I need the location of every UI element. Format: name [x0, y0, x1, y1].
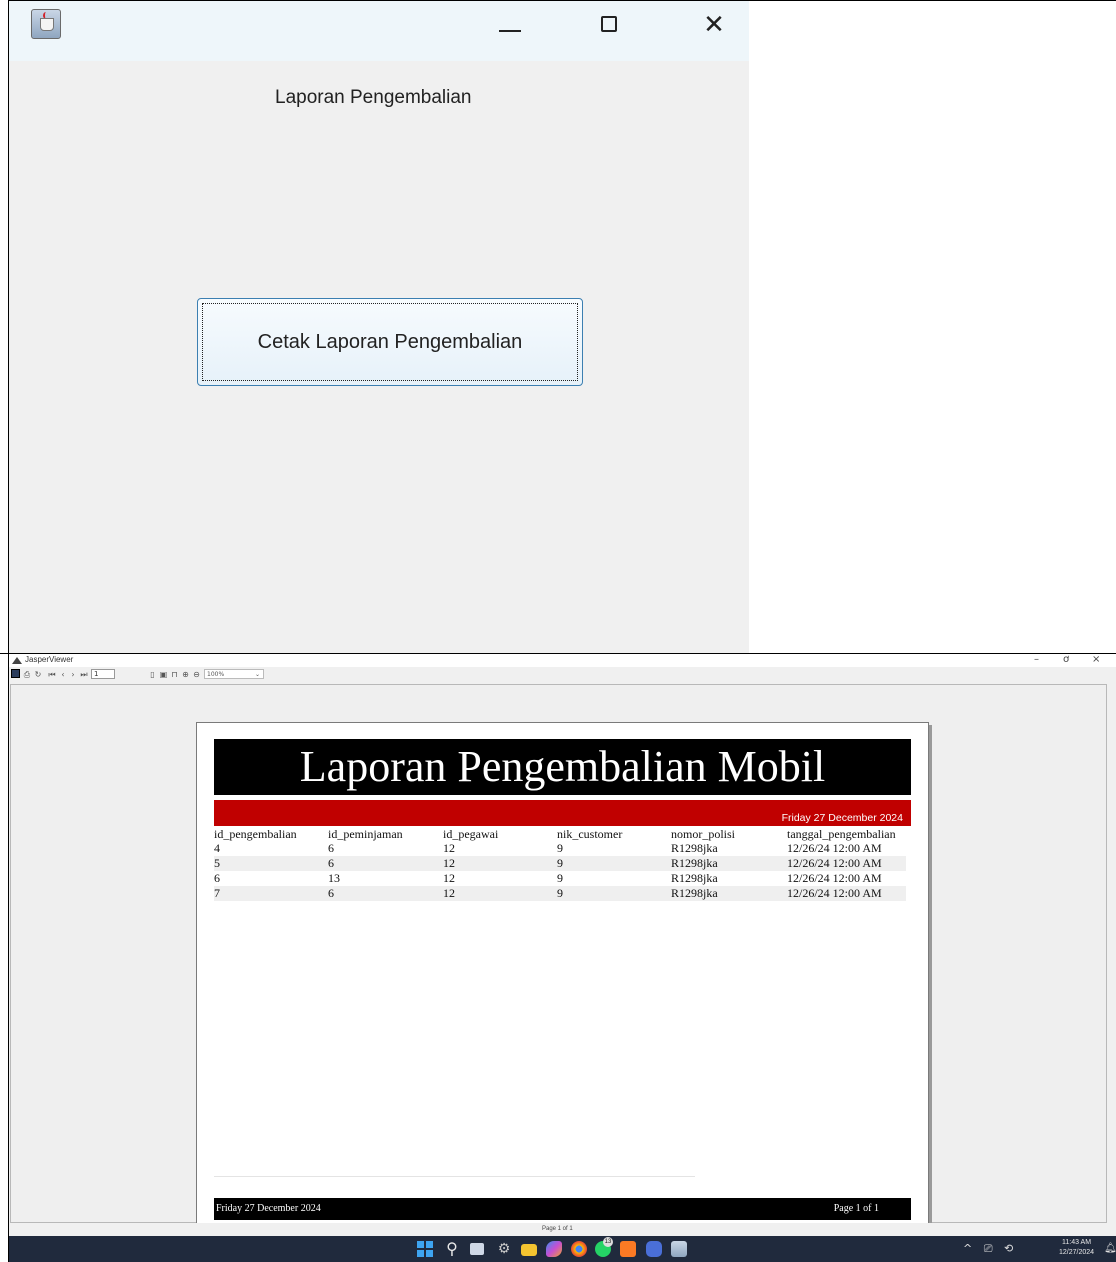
- footer-page-number: Page 1 of 1: [833, 1203, 879, 1214]
- table-cell: 6: [328, 841, 334, 855]
- table-cell: R1298jka: [671, 841, 718, 855]
- taskbar: ⚲ ⚙ 13 ^ ⎚ ⟲ 11:43 AM 12/27/2024 🔔︎: [9, 1236, 1116, 1262]
- table-cell: R1298jka: [671, 871, 718, 885]
- previous-page-icon[interactable]: ‹: [59, 669, 67, 680]
- search-icon[interactable]: ⚲: [444, 1241, 460, 1257]
- viewer-minimize-button[interactable]: –: [1034, 654, 1039, 665]
- table-cell: 12: [443, 886, 557, 901]
- viewer-status-bar: Page 1 of 1: [9, 1223, 1116, 1236]
- table-cell: 9: [557, 841, 563, 855]
- table-cell: 6: [214, 871, 220, 885]
- xampp-icon[interactable]: [620, 1241, 636, 1257]
- notification-bell-icon[interactable]: 🔔︎: [1104, 1243, 1116, 1254]
- page-number-input[interactable]: 1: [91, 669, 115, 679]
- column-header: id_pengembalian: [214, 827, 297, 841]
- report-launcher-window: ✕ Laporan Pengembalian Cetak Laporan Pen…: [8, 0, 749, 654]
- print-report-label: Cetak Laporan Pengembalian: [257, 330, 523, 353]
- table-cell: 5: [214, 856, 328, 871]
- file-explorer-icon[interactable]: [521, 1244, 537, 1256]
- summary-divider: [214, 1176, 695, 1177]
- table-cell: 4: [214, 841, 220, 855]
- jasper-logo-icon: [12, 657, 22, 664]
- table-row: 6 13 12 9 R1298jka 12/26/24 12:00 AM: [214, 871, 906, 886]
- settings-icon[interactable]: ⚙: [496, 1241, 512, 1257]
- first-page-icon[interactable]: ⏮: [47, 669, 57, 680]
- footer-date: Friday 27 December 2024: [216, 1203, 321, 1214]
- next-page-icon[interactable]: ›: [69, 669, 77, 680]
- column-header: nomor_polisi: [671, 827, 736, 841]
- table-cell: 12/26/24 12:00 AM: [787, 871, 882, 885]
- report-date-band: Friday 27 December 2024: [214, 800, 911, 826]
- viewer-title: JasperViewer: [25, 655, 74, 664]
- clock-date: 12/27/2024: [1059, 1249, 1095, 1256]
- close-button[interactable]: ✕: [694, 10, 734, 40]
- table-cell: 6: [328, 886, 443, 901]
- print-icon[interactable]: ⎙: [22, 669, 32, 680]
- save-icon[interactable]: [11, 669, 20, 678]
- page-title: Laporan Pengembalian: [275, 87, 472, 108]
- table-cell: 6: [328, 856, 443, 871]
- table-cell: 9: [557, 886, 671, 901]
- java-app-icon[interactable]: [31, 9, 61, 39]
- reload-icon[interactable]: ↻: [33, 669, 43, 680]
- fit-page-icon[interactable]: ▣: [159, 669, 168, 680]
- title-bar: ✕: [9, 1, 749, 61]
- chevron-down-icon: ⌄: [254, 671, 260, 678]
- column-header: id_peminjaman: [328, 827, 403, 841]
- column-header: nik_customer: [557, 827, 623, 841]
- table-cell: 9: [557, 856, 671, 871]
- virtualbox-icon[interactable]: [646, 1241, 662, 1257]
- task-view-icon[interactable]: [470, 1243, 484, 1255]
- report-page: Laporan Pengembalian Mobil Friday 27 Dec…: [196, 722, 929, 1241]
- maximize-button[interactable]: [589, 10, 629, 40]
- table-header-row: id_pengembalian id_peminjaman id_pegawai…: [214, 828, 906, 841]
- column-header: id_pegawai: [443, 827, 499, 841]
- table-row: 4 6 12 9 R1298jka 12/26/24 12:00 AM: [214, 841, 906, 856]
- viewer-maximize-button[interactable]: ơ: [1063, 654, 1069, 665]
- clock-time: 11:43 AM: [1061, 1239, 1092, 1246]
- report-preview-pane[interactable]: Laporan Pengembalian Mobil Friday 27 Dec…: [10, 684, 1107, 1241]
- table-cell: R1298jka: [671, 856, 787, 871]
- page-status: Page 1 of 1: [542, 1226, 573, 1232]
- chrome-icon[interactable]: [571, 1241, 587, 1257]
- zoom-value: 100%: [207, 671, 225, 678]
- report-footer: Friday 27 December 2024 Page 1 of 1: [214, 1198, 911, 1220]
- table-cell: 12/26/24 12:00 AM: [787, 856, 906, 871]
- table-cell: 12: [443, 871, 455, 885]
- table-cell: 12: [443, 841, 455, 855]
- report-table: id_pengembalian id_peminjaman id_pegawai…: [214, 828, 906, 901]
- table-cell: 12/26/24 12:00 AM: [787, 841, 882, 855]
- java-app-taskbar-icon[interactable]: [671, 1241, 687, 1257]
- system-tray-icons[interactable]: ^ ⎚ ⟲: [963, 1242, 1017, 1256]
- column-header: tanggal_pengembalian: [787, 827, 896, 841]
- clock[interactable]: 11:43 AM 12/27/2024: [1059, 1238, 1094, 1258]
- copilot-icon[interactable]: [546, 1241, 562, 1257]
- report-header-date: Friday 27 December 2024: [781, 812, 903, 824]
- table-cell: R1298jka: [671, 886, 787, 901]
- table-cell: 13: [328, 871, 340, 885]
- notification-badge: 13: [603, 1237, 613, 1247]
- jasper-viewer-window: JasperViewer – ơ × ⎙ ↻ ⏮ ‹ › ⏭ 1 ▯ ▣ ⊓ ⊕…: [9, 654, 1116, 1241]
- zoom-select[interactable]: 100% ⌄: [204, 669, 264, 679]
- windows-start-icon[interactable]: [417, 1241, 433, 1257]
- actual-size-icon[interactable]: ▯: [148, 669, 157, 680]
- table-cell: 7: [214, 886, 328, 901]
- table-cell: 9: [557, 871, 563, 885]
- page-frame-top: [748, 0, 1116, 1]
- table-row: 7 6 12 9 R1298jka 12/26/24 12:00 AM: [214, 886, 906, 901]
- table-cell: 12: [443, 856, 557, 871]
- minimize-button[interactable]: [490, 10, 530, 40]
- zoom-in-icon[interactable]: ⊕: [181, 669, 190, 680]
- viewer-title-bar: JasperViewer – ơ ×: [9, 654, 1116, 667]
- table-row: 5 6 12 9 R1298jka 12/26/24 12:00 AM: [214, 856, 906, 871]
- viewer-toolbar: ⎙ ↻ ⏮ ‹ › ⏭ 1 ▯ ▣ ⊓ ⊕ ⊖ 100% ⌄: [9, 667, 1116, 683]
- report-title: Laporan Pengembalian Mobil: [214, 739, 911, 795]
- zoom-out-icon[interactable]: ⊖: [192, 669, 201, 680]
- viewer-close-button[interactable]: ×: [1092, 654, 1100, 665]
- print-report-button[interactable]: Cetak Laporan Pengembalian: [197, 298, 583, 386]
- last-page-icon[interactable]: ⏭: [79, 669, 89, 680]
- table-cell: 12/26/24 12:00 AM: [787, 886, 906, 901]
- fit-width-icon[interactable]: ⊓: [170, 669, 179, 680]
